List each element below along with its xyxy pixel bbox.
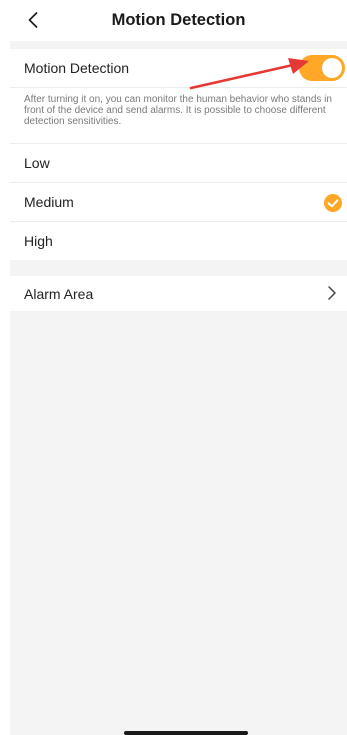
sensitivity-option-medium[interactable]: Medium bbox=[10, 182, 347, 221]
check-circle-icon bbox=[324, 194, 342, 212]
sensitivity-option-low[interactable]: Low bbox=[10, 143, 347, 182]
sensitivity-option-high[interactable]: High bbox=[10, 221, 347, 260]
motion-description: After turning it on, you can monitor the… bbox=[10, 87, 347, 143]
screen-left-margin bbox=[0, 0, 10, 735]
navigation-bar: Motion Detection bbox=[10, 0, 347, 41]
page-title: Motion Detection bbox=[111, 11, 246, 29]
alarm-area-row[interactable]: Alarm Area bbox=[10, 276, 347, 311]
motion-detection-label: Motion Detection bbox=[24, 60, 130, 76]
toggle-knob bbox=[322, 58, 342, 78]
app-screen: Motion Detection Motion Detection After … bbox=[10, 0, 347, 735]
sensitivity-option-label: High bbox=[24, 233, 53, 249]
sensitivity-option-label: Medium bbox=[24, 194, 74, 210]
home-indicator bbox=[124, 731, 248, 735]
sensitivity-option-label: Low bbox=[24, 155, 50, 171]
chevron-right-icon bbox=[328, 286, 336, 300]
alarm-area-label: Alarm Area bbox=[24, 285, 94, 302]
annotation-arrow bbox=[189, 58, 309, 90]
